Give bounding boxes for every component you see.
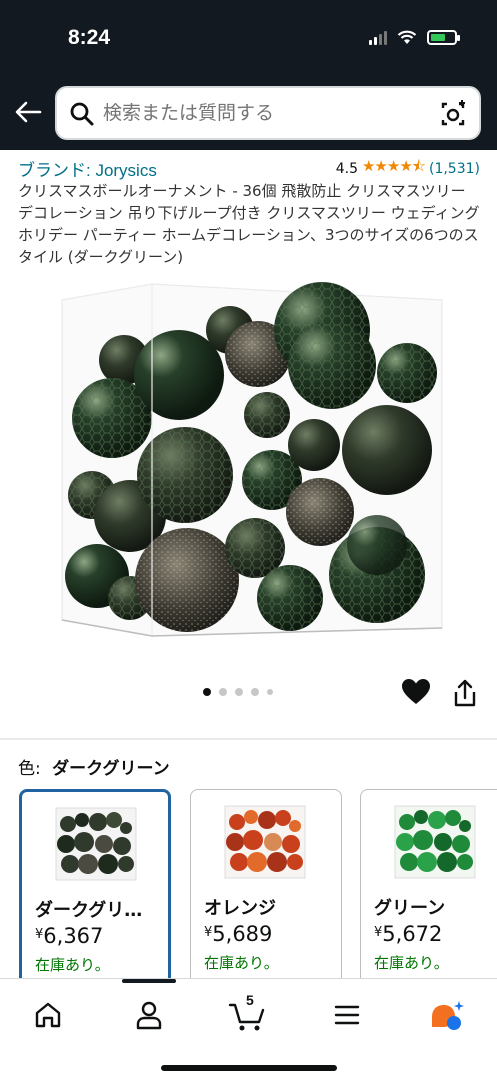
variant-thumbnail: [394, 805, 476, 879]
signal-icon: [369, 30, 387, 45]
carousel-dot[interactable]: [251, 688, 259, 696]
carousel-dot[interactable]: [219, 688, 227, 696]
product-image[interactable]: [52, 280, 447, 640]
search-icon: [70, 102, 94, 126]
nav-active-indicator: [122, 979, 176, 983]
product-title: クリスマスボールオーナメント - 36個 飛散防止 クリスマスツリーデコレーショ…: [18, 182, 480, 266]
carousel-dot[interactable]: [203, 688, 211, 696]
variant-stock: 在庫あり。: [35, 956, 110, 974]
variant-price: ¥5,672: [374, 922, 443, 946]
brand-rating-row: ブランド: Jorysics 4.5 ★★★★⯪ (1,531): [18, 156, 480, 180]
home-icon[interactable]: [28, 995, 68, 1035]
battery-icon: [427, 30, 460, 45]
rating-stars-icon: ★★★★⯪: [361, 157, 426, 175]
search-input[interactable]: [103, 98, 423, 128]
header: 8:24: [0, 0, 497, 150]
camera-search-icon[interactable]: [439, 100, 467, 128]
carousel-dot[interactable]: [235, 688, 243, 696]
brand-link[interactable]: ブランド: Jorysics: [18, 161, 157, 180]
variant-price: ¥6,367: [35, 924, 104, 948]
image-carousel-dots[interactable]: [203, 688, 273, 696]
variant-stock: 在庫あり。: [204, 954, 279, 972]
variant-name: オレンジ: [204, 898, 276, 919]
rating-count[interactable]: (1,531): [429, 161, 480, 177]
rating[interactable]: 4.5 ★★★★⯪ (1,531): [336, 156, 480, 181]
divider: [0, 738, 497, 740]
share-icon[interactable]: [452, 678, 478, 708]
cart-count-badge: 5: [246, 992, 254, 1008]
variant-name: グリーン: [374, 898, 446, 919]
rating-value: 4.5: [335, 160, 358, 177]
variant-thumbnail: [55, 807, 137, 881]
variant-card-orange[interactable]: オレンジ ¥5,689 在庫あり。: [190, 789, 342, 989]
variant-card-green[interactable]: グリーン ¥5,672 在庫あり。: [360, 789, 497, 989]
rufus-icon[interactable]: [426, 995, 466, 1035]
home-indicator: [161, 1065, 337, 1071]
variant-card-dark-green[interactable]: ダークグリ… ¥6,367 在庫あり。: [19, 789, 171, 989]
back-arrow-icon[interactable]: [12, 96, 44, 128]
status-icons: [369, 30, 460, 45]
color-selected-value: ダークグリーン: [52, 759, 170, 779]
variant-price: ¥5,689: [204, 922, 273, 946]
carousel-dot[interactable]: [267, 689, 273, 695]
variant-thumbnail: [224, 805, 306, 879]
menu-icon[interactable]: [327, 995, 367, 1035]
wifi-icon: [397, 30, 417, 44]
color-selector-label: 色: ダークグリーン: [18, 754, 170, 779]
variant-stock: 在庫あり。: [374, 954, 449, 972]
search-bar[interactable]: [55, 86, 481, 140]
status-time: 8:24: [68, 26, 111, 49]
color-label: 色:: [18, 759, 41, 779]
variant-name: ダークグリ…: [35, 900, 143, 921]
account-icon[interactable]: [129, 995, 169, 1035]
cart-button[interactable]: 5: [226, 992, 270, 1035]
heart-icon[interactable]: [401, 678, 431, 706]
